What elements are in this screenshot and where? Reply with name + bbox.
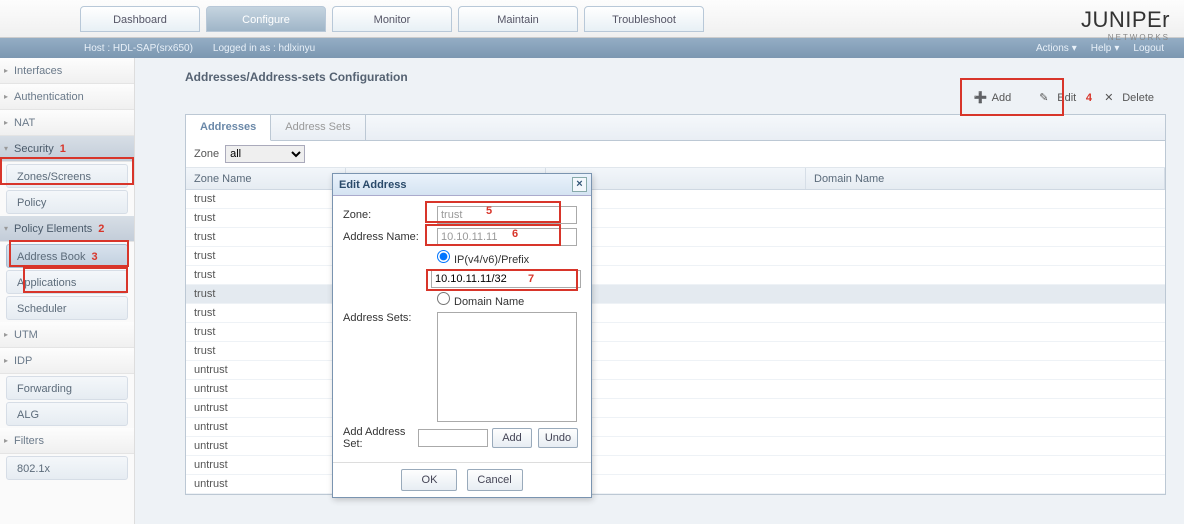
sidebar-sub-zones-screens[interactable]: Zones/Screens bbox=[6, 164, 128, 188]
annotation-1: 1 bbox=[60, 143, 66, 155]
sidebar-sec-security[interactable]: Security1 bbox=[0, 136, 134, 162]
address-name-input[interactable] bbox=[437, 228, 577, 246]
content-area: Addresses/Address-sets Configuration 4 ➕… bbox=[135, 58, 1184, 524]
domain-name-radio-input[interactable] bbox=[437, 292, 450, 305]
sidebar-sec-authentication[interactable]: Authentication bbox=[0, 84, 134, 110]
host-label: Host : HDL-SAP(srx650) bbox=[84, 43, 193, 54]
cell-zone: trust bbox=[186, 304, 346, 322]
delete-icon: ✕ bbox=[1104, 91, 1118, 105]
sidebar-sec-utm[interactable]: UTM bbox=[0, 322, 134, 348]
address-name-label: Address Name: bbox=[343, 231, 437, 243]
annotation-4: 4 bbox=[1086, 92, 1092, 104]
sidebar-sub-alg[interactable]: ALG bbox=[6, 402, 128, 426]
actions-menu[interactable]: Actions ▾ bbox=[1036, 43, 1077, 54]
undo-button[interactable]: Undo bbox=[538, 428, 578, 448]
close-icon[interactable]: × bbox=[572, 177, 587, 192]
cell-zone: trust bbox=[186, 285, 346, 303]
sidebar-sub-address-book[interactable]: Address Book3 bbox=[6, 244, 128, 268]
top-tab-monitor[interactable]: Monitor bbox=[332, 6, 452, 32]
edit-button[interactable]: ✎Edit bbox=[1029, 86, 1086, 110]
ip-prefix-radio-input[interactable] bbox=[437, 250, 450, 263]
zone-filter-row: Zone all bbox=[186, 141, 1165, 168]
top-tab-bar: DashboardConfigureMonitorMaintainTrouble… bbox=[0, 0, 1184, 38]
cell-zone: untrust bbox=[186, 399, 346, 417]
top-tab-troubleshoot[interactable]: Troubleshoot bbox=[584, 6, 704, 32]
sidebar-sub-forwarding[interactable]: Forwarding bbox=[6, 376, 128, 400]
zone-input[interactable] bbox=[437, 206, 577, 224]
zone-label: Zone: bbox=[343, 209, 437, 221]
edit-icon: ✎ bbox=[1039, 91, 1053, 105]
zone-filter-select[interactable]: all bbox=[225, 145, 305, 163]
add-button[interactable]: ➕Add bbox=[964, 86, 1022, 110]
cell-zone: trust bbox=[186, 247, 346, 265]
cell-zone: trust bbox=[186, 228, 346, 246]
sidebar-sec-nat[interactable]: NAT bbox=[0, 110, 134, 136]
cell-zone: trust bbox=[186, 342, 346, 360]
annotation-3: 3 bbox=[91, 251, 97, 263]
add-icon: ➕ bbox=[974, 91, 988, 105]
login-label: Logged in as : hdlxinyu bbox=[213, 43, 315, 54]
cell-zone: untrust bbox=[186, 418, 346, 436]
cell-zone: trust bbox=[186, 323, 346, 341]
annotation-6: 6 bbox=[512, 228, 518, 240]
cell-zone: untrust bbox=[186, 380, 346, 398]
address-sets-label: Address Sets: bbox=[343, 312, 437, 324]
cell-zone: trust bbox=[186, 209, 346, 227]
cell-zone: trust bbox=[186, 190, 346, 208]
chevron-down-icon: ▾ bbox=[1114, 43, 1119, 54]
top-tab-maintain[interactable]: Maintain bbox=[458, 6, 578, 32]
add-address-set-input[interactable] bbox=[418, 429, 488, 447]
edit-address-dialog: Edit Address × Zone: Address Name: IP(v4… bbox=[332, 173, 592, 498]
col-zone-name: Zone Name bbox=[186, 168, 346, 189]
annotation-5: 5 bbox=[486, 205, 492, 217]
ok-button[interactable]: OK bbox=[401, 469, 457, 491]
annotation-7: 7 bbox=[528, 273, 534, 285]
cell-zone: untrust bbox=[186, 437, 346, 455]
logout-link[interactable]: Logout bbox=[1133, 43, 1164, 54]
juniper-logo: JUNIPEr NETWORKS bbox=[1030, 4, 1170, 44]
panel-tab-addresses[interactable]: Addresses bbox=[186, 115, 271, 141]
page-title: Addresses/Address-sets Configuration bbox=[185, 70, 1166, 84]
top-tab-dashboard[interactable]: Dashboard bbox=[80, 6, 200, 32]
cell-zone: trust bbox=[186, 266, 346, 284]
panel-tab-address-sets[interactable]: Address Sets bbox=[271, 115, 365, 140]
delete-button[interactable]: ✕Delete bbox=[1094, 86, 1164, 110]
sidebar-sec-policy-elements[interactable]: Policy Elements2 bbox=[0, 216, 134, 242]
sidebar-sub-scheduler[interactable]: Scheduler bbox=[6, 296, 128, 320]
sidebar: InterfacesAuthenticationNATSecurity1Zone… bbox=[0, 58, 135, 524]
cancel-button[interactable]: Cancel bbox=[467, 469, 523, 491]
panel-tabs: AddressesAddress Sets bbox=[186, 115, 1165, 141]
sidebar-sec-filters[interactable]: Filters bbox=[0, 428, 134, 454]
cell-zone: untrust bbox=[186, 475, 346, 493]
sidebar-sub-802-1x[interactable]: 802.1x bbox=[6, 456, 128, 480]
ip-prefix-radio[interactable]: IP(v4/v6)/Prefix bbox=[437, 250, 529, 266]
cell-zone: untrust bbox=[186, 361, 346, 379]
col-domain-name: Domain Name bbox=[806, 168, 1165, 189]
add-set-button[interactable]: Add bbox=[492, 428, 532, 448]
zone-filter-label: Zone bbox=[194, 148, 219, 160]
sidebar-sub-policy[interactable]: Policy bbox=[6, 190, 128, 214]
dialog-title-bar[interactable]: Edit Address × bbox=[333, 174, 591, 196]
top-tab-configure[interactable]: Configure bbox=[206, 6, 326, 32]
sidebar-sec-interfaces[interactable]: Interfaces bbox=[0, 58, 134, 84]
annotation-2: 2 bbox=[98, 223, 104, 235]
toolbar: 4 ➕Add ✎Edit ✕Delete bbox=[964, 86, 1164, 110]
add-address-set-label: Add Address Set: bbox=[343, 426, 418, 450]
help-menu[interactable]: Help ▾ bbox=[1091, 43, 1120, 54]
cell-zone: untrust bbox=[186, 456, 346, 474]
domain-name-radio[interactable]: Domain Name bbox=[437, 292, 524, 308]
sub-bar: Host : HDL-SAP(srx650) Logged in as : hd… bbox=[0, 38, 1184, 58]
sidebar-sec-idp[interactable]: IDP bbox=[0, 348, 134, 374]
ip-prefix-input[interactable] bbox=[431, 270, 581, 288]
sidebar-sub-applications[interactable]: Applications bbox=[6, 270, 128, 294]
address-sets-list[interactable] bbox=[437, 312, 577, 422]
chevron-down-icon: ▾ bbox=[1072, 43, 1077, 54]
